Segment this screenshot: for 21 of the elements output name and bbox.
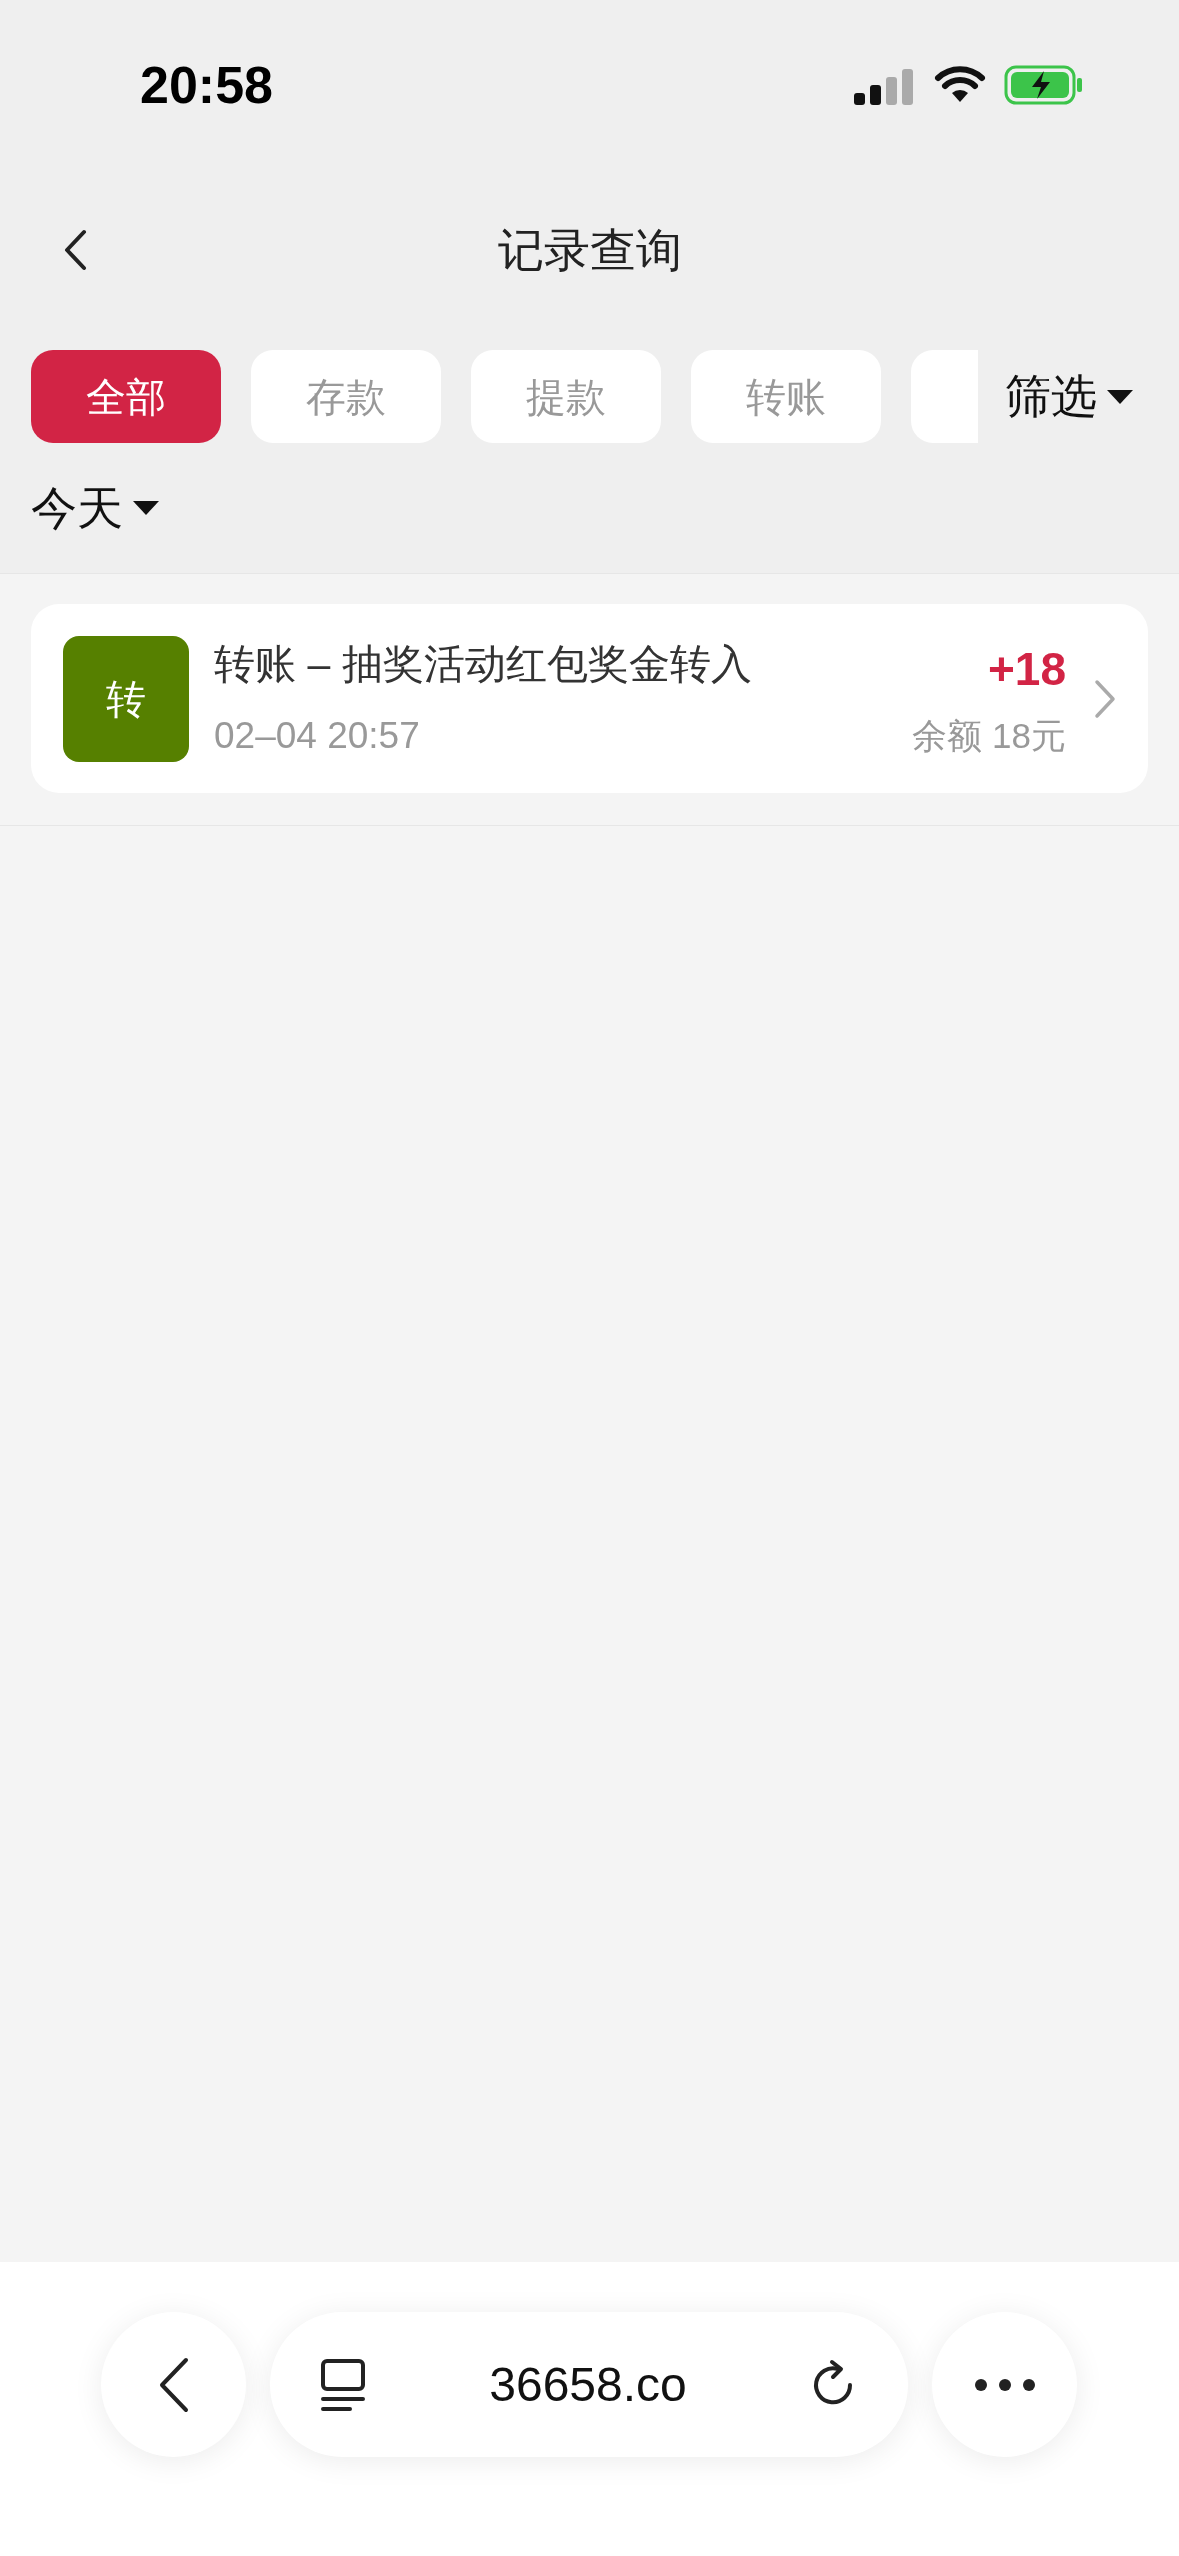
back-icon: [158, 2356, 189, 2413]
page-title: 记录查询: [497, 222, 682, 278]
wifi-icon: [934, 66, 986, 104]
record-card[interactable]: 转 转账 – 抽奖活动红包奖金转入 02–04 20:57 +18 余额 18元: [31, 604, 1148, 793]
filter-button[interactable]: 筛选: [1005, 362, 1135, 431]
record-balance: 余额 18元: [912, 714, 1066, 757]
record-amount: +18: [987, 641, 1066, 697]
chevron-right-icon: [1094, 678, 1116, 719]
back-icon: [63, 229, 87, 271]
status-time: 20:58: [140, 55, 273, 116]
tabs-icon: [320, 2357, 366, 2412]
caret-down-icon: [1105, 387, 1135, 406]
filter-tab[interactable]: 全部: [31, 350, 221, 443]
caret-down-icon: [131, 499, 161, 517]
record-type-badge: 转: [63, 635, 189, 762]
more-icon: [974, 2378, 1035, 2391]
url-text: 36658.co: [489, 2356, 687, 2413]
address-bar[interactable]: 36658.co: [270, 2312, 908, 2457]
record-time: 02–04 20:57: [214, 713, 421, 758]
record-title: 转账 – 抽奖活动红包奖金转入: [214, 640, 753, 689]
date-dropdown[interactable]: 今天: [31, 473, 161, 543]
